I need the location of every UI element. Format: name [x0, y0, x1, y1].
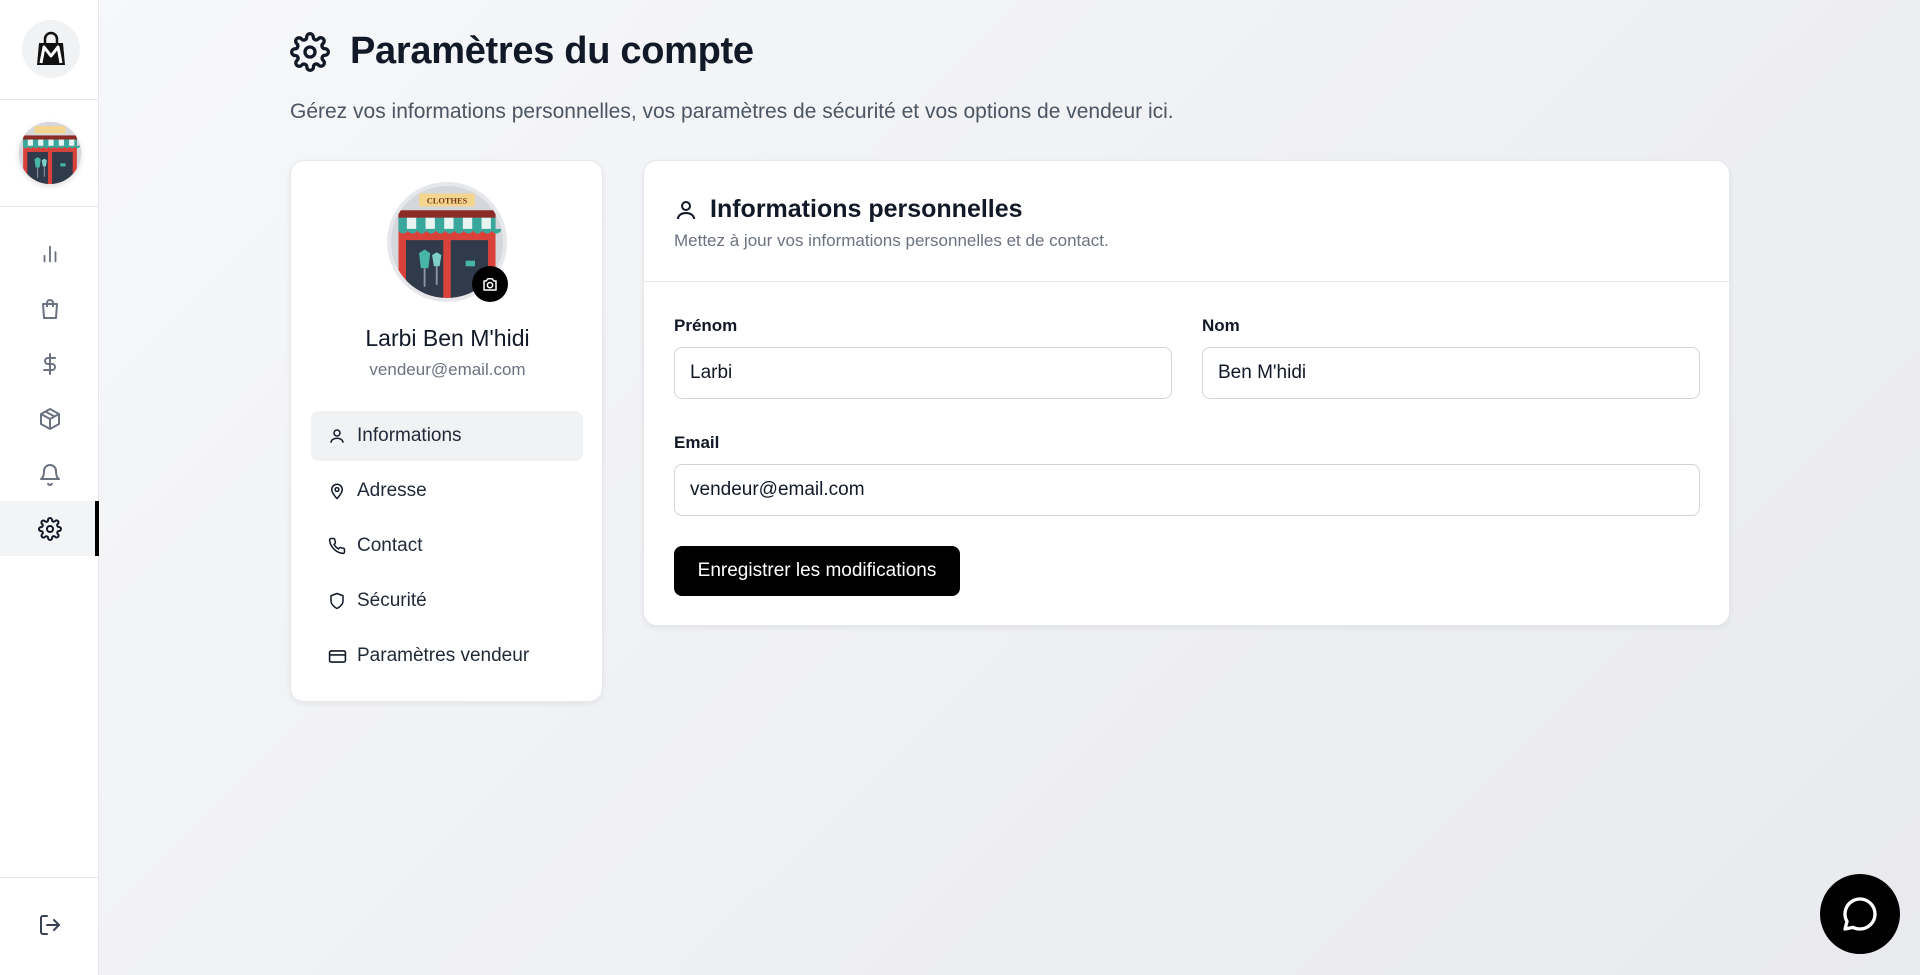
personal-info-card: Informations personnelles Mettez à jour … [643, 160, 1731, 626]
logout-button[interactable] [0, 897, 99, 953]
avatar-sign-text: CLOTHES [427, 197, 468, 206]
card-title: Informations personnelles [710, 195, 1023, 223]
store-avatar[interactable] [19, 122, 81, 184]
menu-item-adresse[interactable]: Adresse [311, 466, 583, 516]
credit-card-icon [327, 646, 347, 666]
menu-item-label: Adresse [357, 480, 427, 501]
last-name-label: Nom [1202, 316, 1240, 335]
card-divider [644, 281, 1731, 282]
shopping-bag-icon [41, 298, 58, 319]
email-label: Email [674, 433, 720, 452]
first-name-label: Prénom [674, 316, 738, 335]
page-header: Paramètres du compte [290, 30, 754, 73]
menu-item-label: Paramètres vendeur [357, 645, 530, 666]
profile-card: CLOTHES Larbi Ben M'hidi vendeur@email.c… [290, 160, 603, 702]
sidebar-item-finance[interactable] [0, 336, 99, 391]
box-icon [39, 407, 60, 430]
shield-icon [327, 591, 347, 611]
map-pin-icon [327, 481, 347, 501]
menu-item-label: Contact [357, 535, 423, 556]
page-subtitle: Gérez vos informations personnelles, vos… [290, 100, 1174, 123]
logout-icon [39, 915, 60, 935]
gear-icon [37, 516, 62, 541]
camera-icon [483, 278, 497, 291]
page-title: Paramètres du compte [350, 30, 754, 72]
last-name-input[interactable] [1202, 347, 1700, 399]
first-name-input[interactable] [674, 347, 1172, 399]
menu-item-contact[interactable]: Contact [311, 521, 583, 571]
phone-icon [327, 536, 347, 556]
settings-menu: Informations Adresse Contact Sécurité Pa… [311, 411, 583, 686]
save-button[interactable]: Enregistrer les modifications [674, 546, 960, 596]
dollar-icon [42, 352, 56, 375]
sidebar-item-orders[interactable] [0, 281, 99, 336]
sidebar [0, 0, 99, 975]
menu-item-parametres-vendeur[interactable]: Paramètres vendeur [311, 631, 583, 681]
card-header: Informations personnelles [674, 195, 1023, 224]
bell-icon [39, 463, 60, 486]
sidebar-item-notifications[interactable] [0, 446, 99, 501]
menu-item-label: Sécurité [357, 590, 427, 611]
sidebar-divider [0, 206, 99, 207]
menu-item-label: Informations [357, 425, 462, 446]
chat-button[interactable] [1820, 874, 1900, 954]
user-icon [327, 426, 347, 446]
menu-item-securite[interactable]: Sécurité [311, 576, 583, 626]
shopping-bag-logo-icon[interactable] [22, 20, 80, 78]
sidebar-item-products[interactable] [0, 391, 99, 446]
profile-email: vendeur@email.com [369, 360, 526, 379]
sidebar-divider [0, 877, 99, 878]
sidebar-item-settings[interactable] [0, 501, 99, 556]
bar-chart-icon [43, 245, 56, 262]
chat-bubble-icon [1843, 897, 1877, 931]
card-subtitle: Mettez à jour vos informations personnel… [674, 231, 1109, 250]
profile-name: Larbi Ben M'hidi [365, 325, 530, 351]
change-avatar-button[interactable] [472, 266, 508, 302]
sidebar-divider [0, 99, 99, 100]
gear-icon [290, 31, 330, 72]
sidebar-item-analytics[interactable] [0, 226, 99, 281]
email-field[interactable] [674, 464, 1700, 516]
menu-item-informations[interactable]: Informations [311, 411, 583, 461]
user-icon [677, 200, 695, 219]
